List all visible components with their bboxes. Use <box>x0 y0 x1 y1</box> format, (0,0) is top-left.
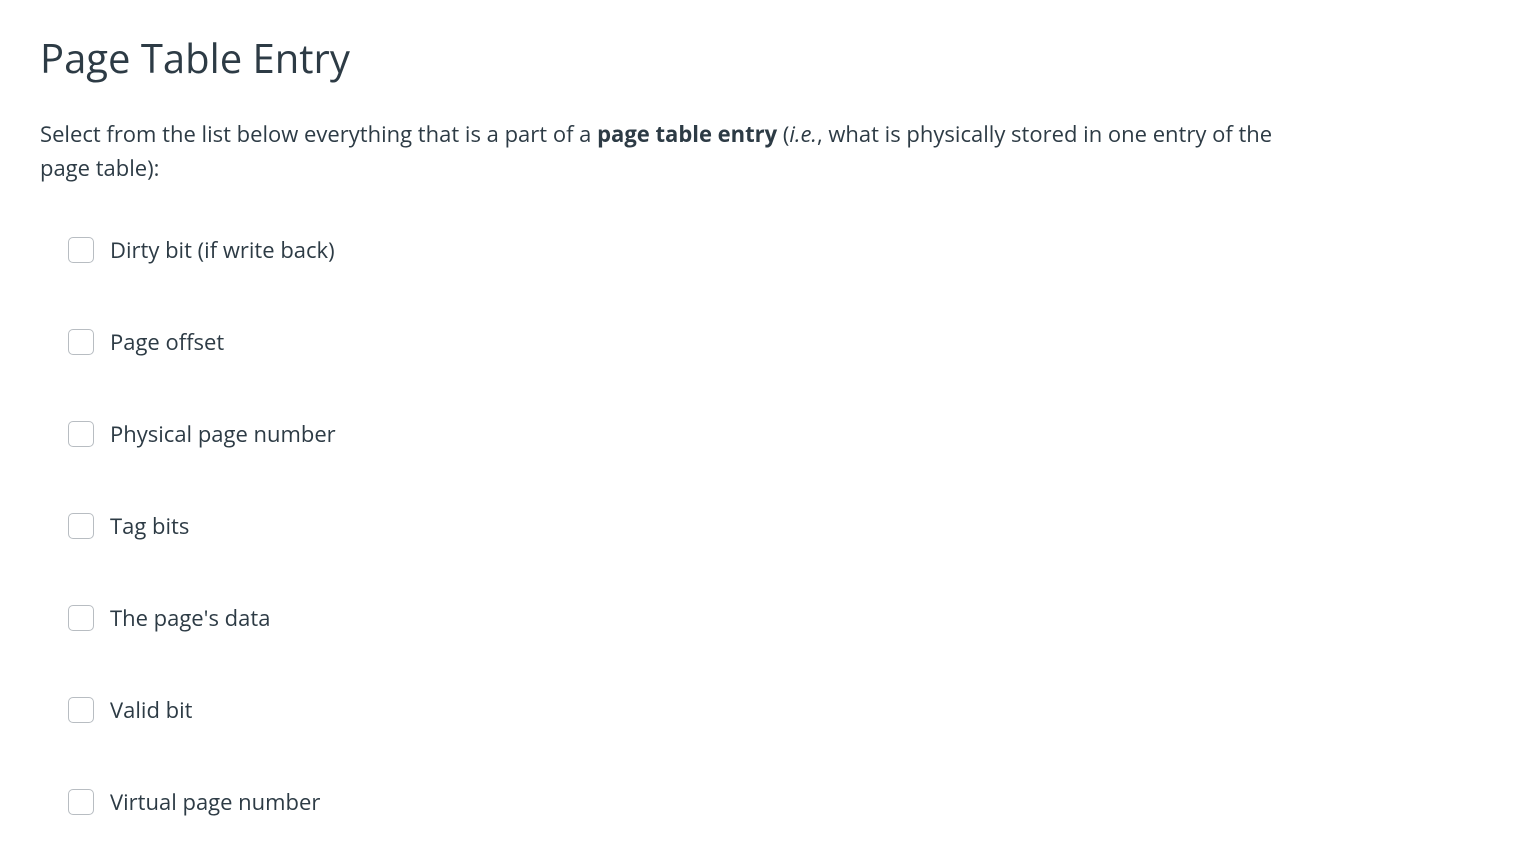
options-list: Dirty bit (if write back) Page offset Ph… <box>40 235 1478 817</box>
prompt-text-pre: Select from the list below everything th… <box>40 119 597 149</box>
page-title: Page Table Entry <box>40 30 1478 85</box>
option-label[interactable]: Page offset <box>110 327 224 357</box>
option-checkbox-valid-bit[interactable] <box>68 697 94 723</box>
option-label[interactable]: Virtual page number <box>110 787 320 817</box>
option-checkbox-physical-page-number[interactable] <box>68 421 94 447</box>
prompt-text-paren: ( <box>777 119 789 149</box>
option-row: Tag bits <box>68 511 1478 541</box>
option-checkbox-virtual-page-number[interactable] <box>68 789 94 815</box>
prompt-text-ital: i.e. <box>789 119 817 149</box>
prompt-text-bold: page table entry <box>597 119 777 149</box>
option-row: The page's data <box>68 603 1478 633</box>
option-row: Dirty bit (if write back) <box>68 235 1478 265</box>
option-checkbox-page-data[interactable] <box>68 605 94 631</box>
option-row: Valid bit <box>68 695 1478 725</box>
option-row: Page offset <box>68 327 1478 357</box>
option-row: Virtual page number <box>68 787 1478 817</box>
option-row: Physical page number <box>68 419 1478 449</box>
option-label[interactable]: Tag bits <box>110 511 189 541</box>
option-checkbox-tag-bits[interactable] <box>68 513 94 539</box>
option-label[interactable]: Valid bit <box>110 695 192 725</box>
option-checkbox-page-offset[interactable] <box>68 329 94 355</box>
option-label[interactable]: Physical page number <box>110 419 336 449</box>
option-label[interactable]: The page's data <box>110 603 270 633</box>
question-prompt: Select from the list below everything th… <box>40 117 1300 185</box>
option-label[interactable]: Dirty bit (if write back) <box>110 235 335 265</box>
option-checkbox-dirty-bit[interactable] <box>68 237 94 263</box>
